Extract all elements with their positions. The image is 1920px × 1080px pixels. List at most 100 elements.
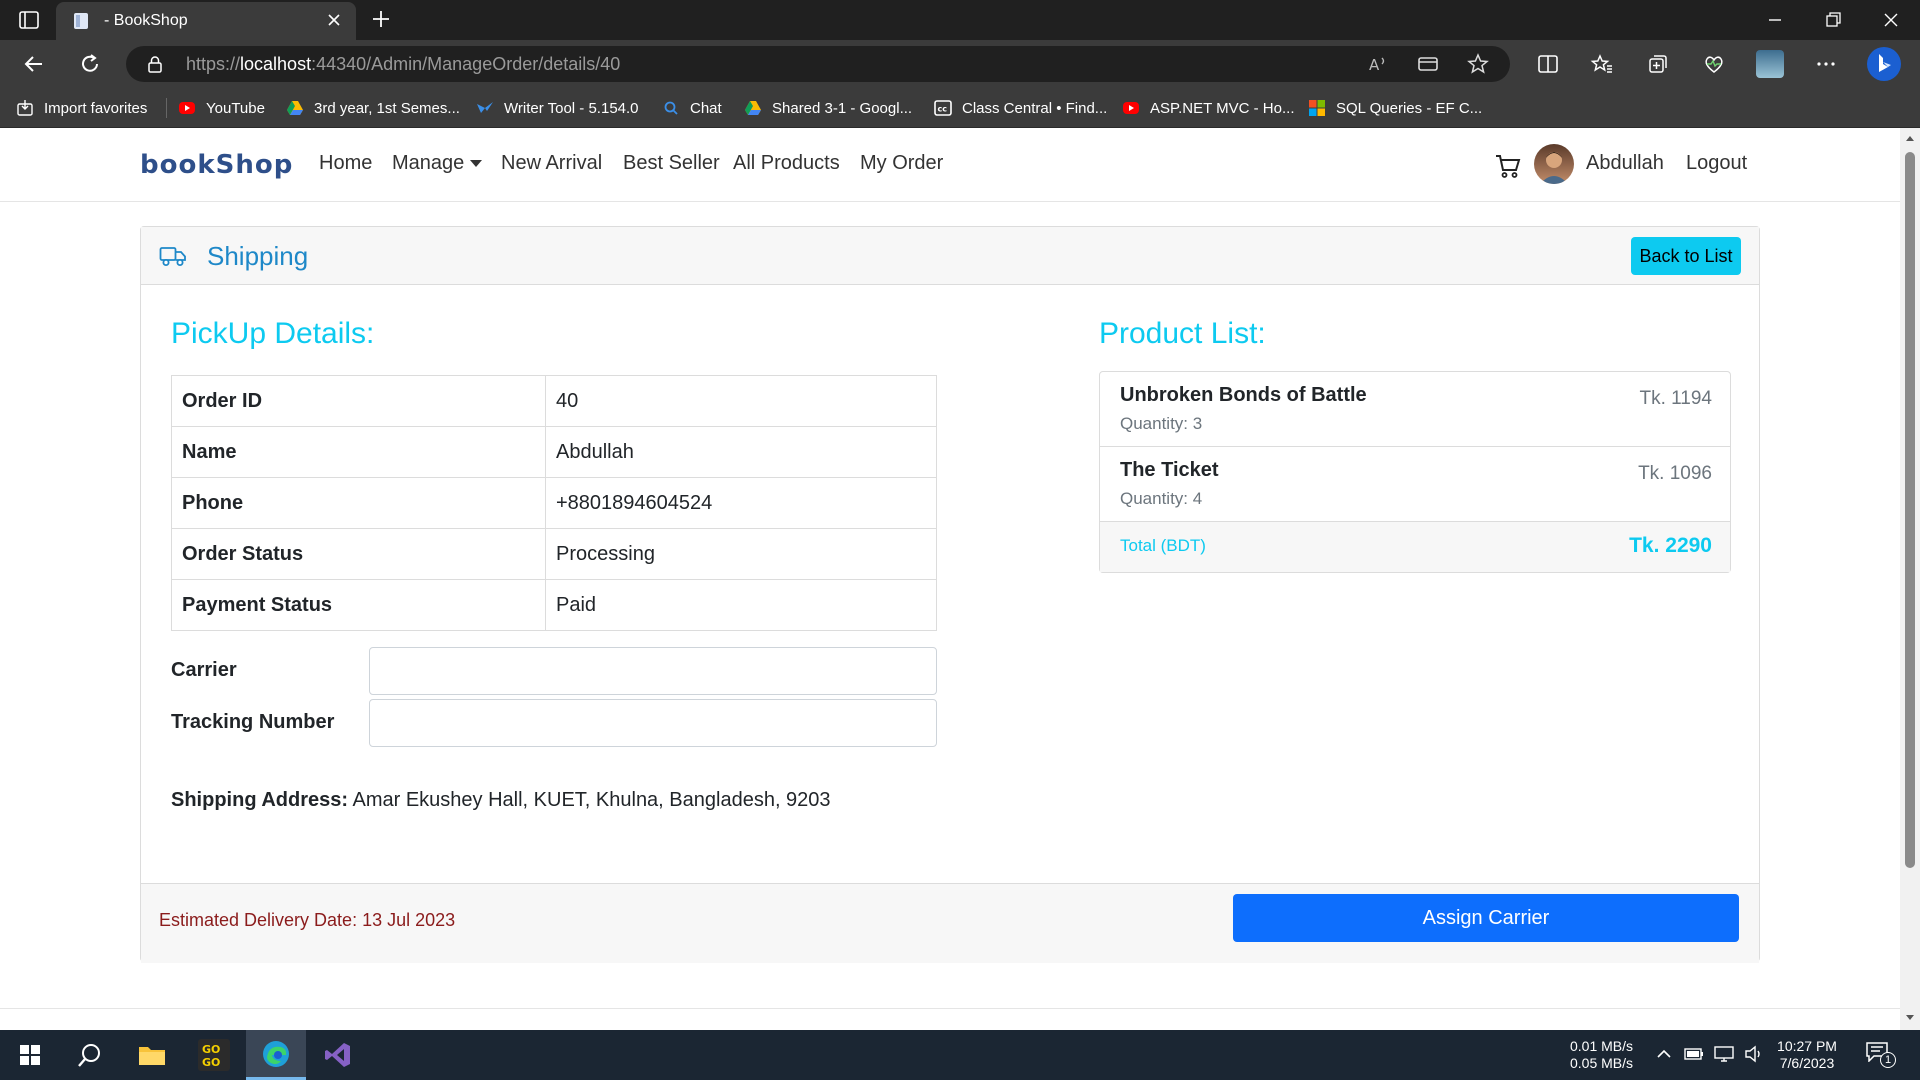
windows-logo-icon <box>20 1045 40 1065</box>
collections-icon[interactable] <box>1646 52 1670 76</box>
chevron-up-icon[interactable] <box>1656 1048 1672 1060</box>
system-clock[interactable]: 10:27 PM 7/6/2023 <box>1772 1038 1842 1072</box>
favorite-item[interactable]: Shared 3-1 - Googl... <box>744 98 912 118</box>
list-item: Unbroken Bonds of Battle Quantity: 3 Tk.… <box>1100 372 1730 447</box>
read-aloud-icon[interactable]: A <box>1366 52 1390 76</box>
favorite-item[interactable]: SQL Queries - EF C... <box>1308 98 1482 118</box>
notification-center[interactable]: 1 <box>1866 1042 1896 1068</box>
scroll-up-icon[interactable] <box>1905 134 1915 142</box>
nav-manage-dropdown[interactable]: Manage <box>392 152 483 175</box>
browser-tabstrip: - BookShop <box>0 0 1920 40</box>
table-row: Order ID 40 <box>171 375 937 427</box>
caret-down-icon <box>470 160 483 168</box>
bing-copilot-icon[interactable] <box>1866 46 1902 82</box>
tracking-number-label: Tracking Number <box>171 711 335 733</box>
assign-carrier-button[interactable]: Assign Carrier <box>1233 894 1739 942</box>
truck-icon <box>159 247 186 266</box>
taskbar-gogo-app[interactable]: GO GO <box>184 1030 244 1080</box>
windows-taskbar: GO GO 0.01 MB/s 0.05 MB/s 10:27 PM 7/6/20… <box>0 1030 1920 1080</box>
drive-icon <box>745 101 761 115</box>
detail-value: Abdullah <box>545 426 937 478</box>
search-icon <box>664 101 678 115</box>
svg-text:GO: GO <box>202 1056 220 1069</box>
network-speed: 0.01 MB/s 0.05 MB/s <box>1570 1038 1634 1071</box>
restore-icon[interactable] <box>1823 10 1843 30</box>
product-list: Unbroken Bonds of Battle Quantity: 3 Tk.… <box>1099 371 1731 573</box>
start-button[interactable] <box>0 1030 60 1080</box>
close-tab-icon[interactable] <box>326 12 342 28</box>
carrier-label: Carrier <box>171 659 237 681</box>
favorite-item[interactable]: ASP.NET MVC - Ho... <box>1122 98 1295 118</box>
favorites-bar: Import favorites YouTube 3rd year, 1st S… <box>0 88 1920 128</box>
product-quantity: Quantity: 3 <box>1120 414 1203 433</box>
profile-avatar-icon[interactable] <box>1756 50 1784 78</box>
more-options-icon[interactable] <box>1814 52 1838 76</box>
taskbar-file-explorer[interactable] <box>122 1030 182 1080</box>
scrollbar-thumb[interactable] <box>1905 152 1915 868</box>
favorites-icon[interactable] <box>1590 52 1614 76</box>
page-scrollbar[interactable] <box>1900 128 1920 1030</box>
close-window-icon[interactable] <box>1881 10 1901 30</box>
favorite-item[interactable]: YouTube <box>178 98 265 118</box>
nav-username[interactable]: Abdullah <box>1586 152 1664 175</box>
nav-logout[interactable]: Logout <box>1686 152 1747 175</box>
brand-logo[interactable]: bookShop <box>140 150 293 180</box>
page-footer <box>0 1008 1900 1030</box>
product-quantity: Quantity: 4 <box>1120 489 1203 508</box>
nav-home[interactable]: Home <box>319 152 372 175</box>
taskbar-search[interactable] <box>60 1030 120 1080</box>
battery-icon[interactable] <box>1684 1047 1704 1061</box>
lock-icon[interactable] <box>146 55 164 73</box>
folder-icon <box>139 1047 165 1065</box>
product-list-heading: Product List: <box>1099 317 1266 350</box>
favorite-item[interactable]: 3rd year, 1st Semes... <box>286 98 460 118</box>
classcentral-icon: cc <box>934 100 952 116</box>
refresh-icon[interactable] <box>78 52 102 76</box>
favorite-item[interactable]: Import favorites <box>16 98 147 118</box>
new-tab-icon[interactable] <box>370 8 392 30</box>
browser-toolbar: https://localhost:44340/Admin/ManageOrde… <box>0 40 1920 88</box>
visual-studio-icon <box>325 1043 350 1067</box>
search-icon <box>78 1044 100 1067</box>
split-screen-icon[interactable] <box>1536 52 1560 76</box>
browser-essentials-icon[interactable] <box>1702 52 1726 76</box>
product-name: Unbroken Bonds of Battle <box>1120 384 1367 406</box>
favorite-item[interactable]: Writer Tool - 5.154.0 <box>476 98 639 118</box>
address-bar[interactable]: https://localhost:44340/Admin/ManageOrde… <box>126 46 1510 82</box>
scroll-down-icon[interactable] <box>1905 1014 1915 1022</box>
table-row: Payment Status Paid <box>171 579 937 631</box>
total-value: Tk. 2290 <box>1629 534 1712 557</box>
favorite-star-icon[interactable] <box>1466 52 1490 76</box>
carrier-input[interactable] <box>369 647 937 695</box>
tab-actions-icon[interactable] <box>18 9 40 31</box>
volume-icon[interactable] <box>1744 1045 1764 1063</box>
taskbar-visual-studio[interactable] <box>308 1030 368 1080</box>
wallet-icon[interactable] <box>1416 52 1440 76</box>
table-row: Order Status Processing <box>171 528 937 580</box>
product-price: Tk. 1194 <box>1639 388 1712 409</box>
back-arrow-icon[interactable] <box>22 52 46 76</box>
total-row: Total (BDT) Tk. 2290 <box>1100 522 1730 572</box>
site-navbar: bookShop Home Manage New Arrival Best Se… <box>0 128 1900 202</box>
shipping-card: Shipping Back to List PickUp Details: Or… <box>140 226 1760 963</box>
network-icon[interactable] <box>1714 1045 1734 1063</box>
cart-icon[interactable] <box>1494 152 1522 180</box>
nav-my-order[interactable]: My Order <box>860 152 943 175</box>
nav-new-arrival[interactable]: New Arrival <box>501 152 602 175</box>
favorite-item[interactable]: cc Class Central • Find... <box>934 98 1107 118</box>
back-to-list-button[interactable]: Back to List <box>1631 237 1741 275</box>
detail-value: Processing <box>545 528 937 580</box>
web-page: bookShop Home Manage New Arrival Best Se… <box>0 128 1900 1030</box>
product-price: Tk. 1096 <box>1638 463 1712 484</box>
browser-tab-active[interactable]: - BookShop <box>56 2 356 40</box>
detail-value: Paid <box>545 579 937 631</box>
minimize-icon[interactable] <box>1765 10 1785 30</box>
nav-all-products[interactable]: All Products <box>733 152 840 175</box>
tracking-number-input[interactable] <box>369 699 937 747</box>
taskbar-edge[interactable] <box>246 1030 306 1080</box>
card-header: Shipping Back to List <box>141 227 1759 285</box>
favorite-item[interactable]: Chat <box>662 98 722 118</box>
nav-best-seller[interactable]: Best Seller <box>623 152 720 175</box>
user-avatar[interactable] <box>1534 144 1574 184</box>
user-photo-icon <box>1540 152 1568 184</box>
